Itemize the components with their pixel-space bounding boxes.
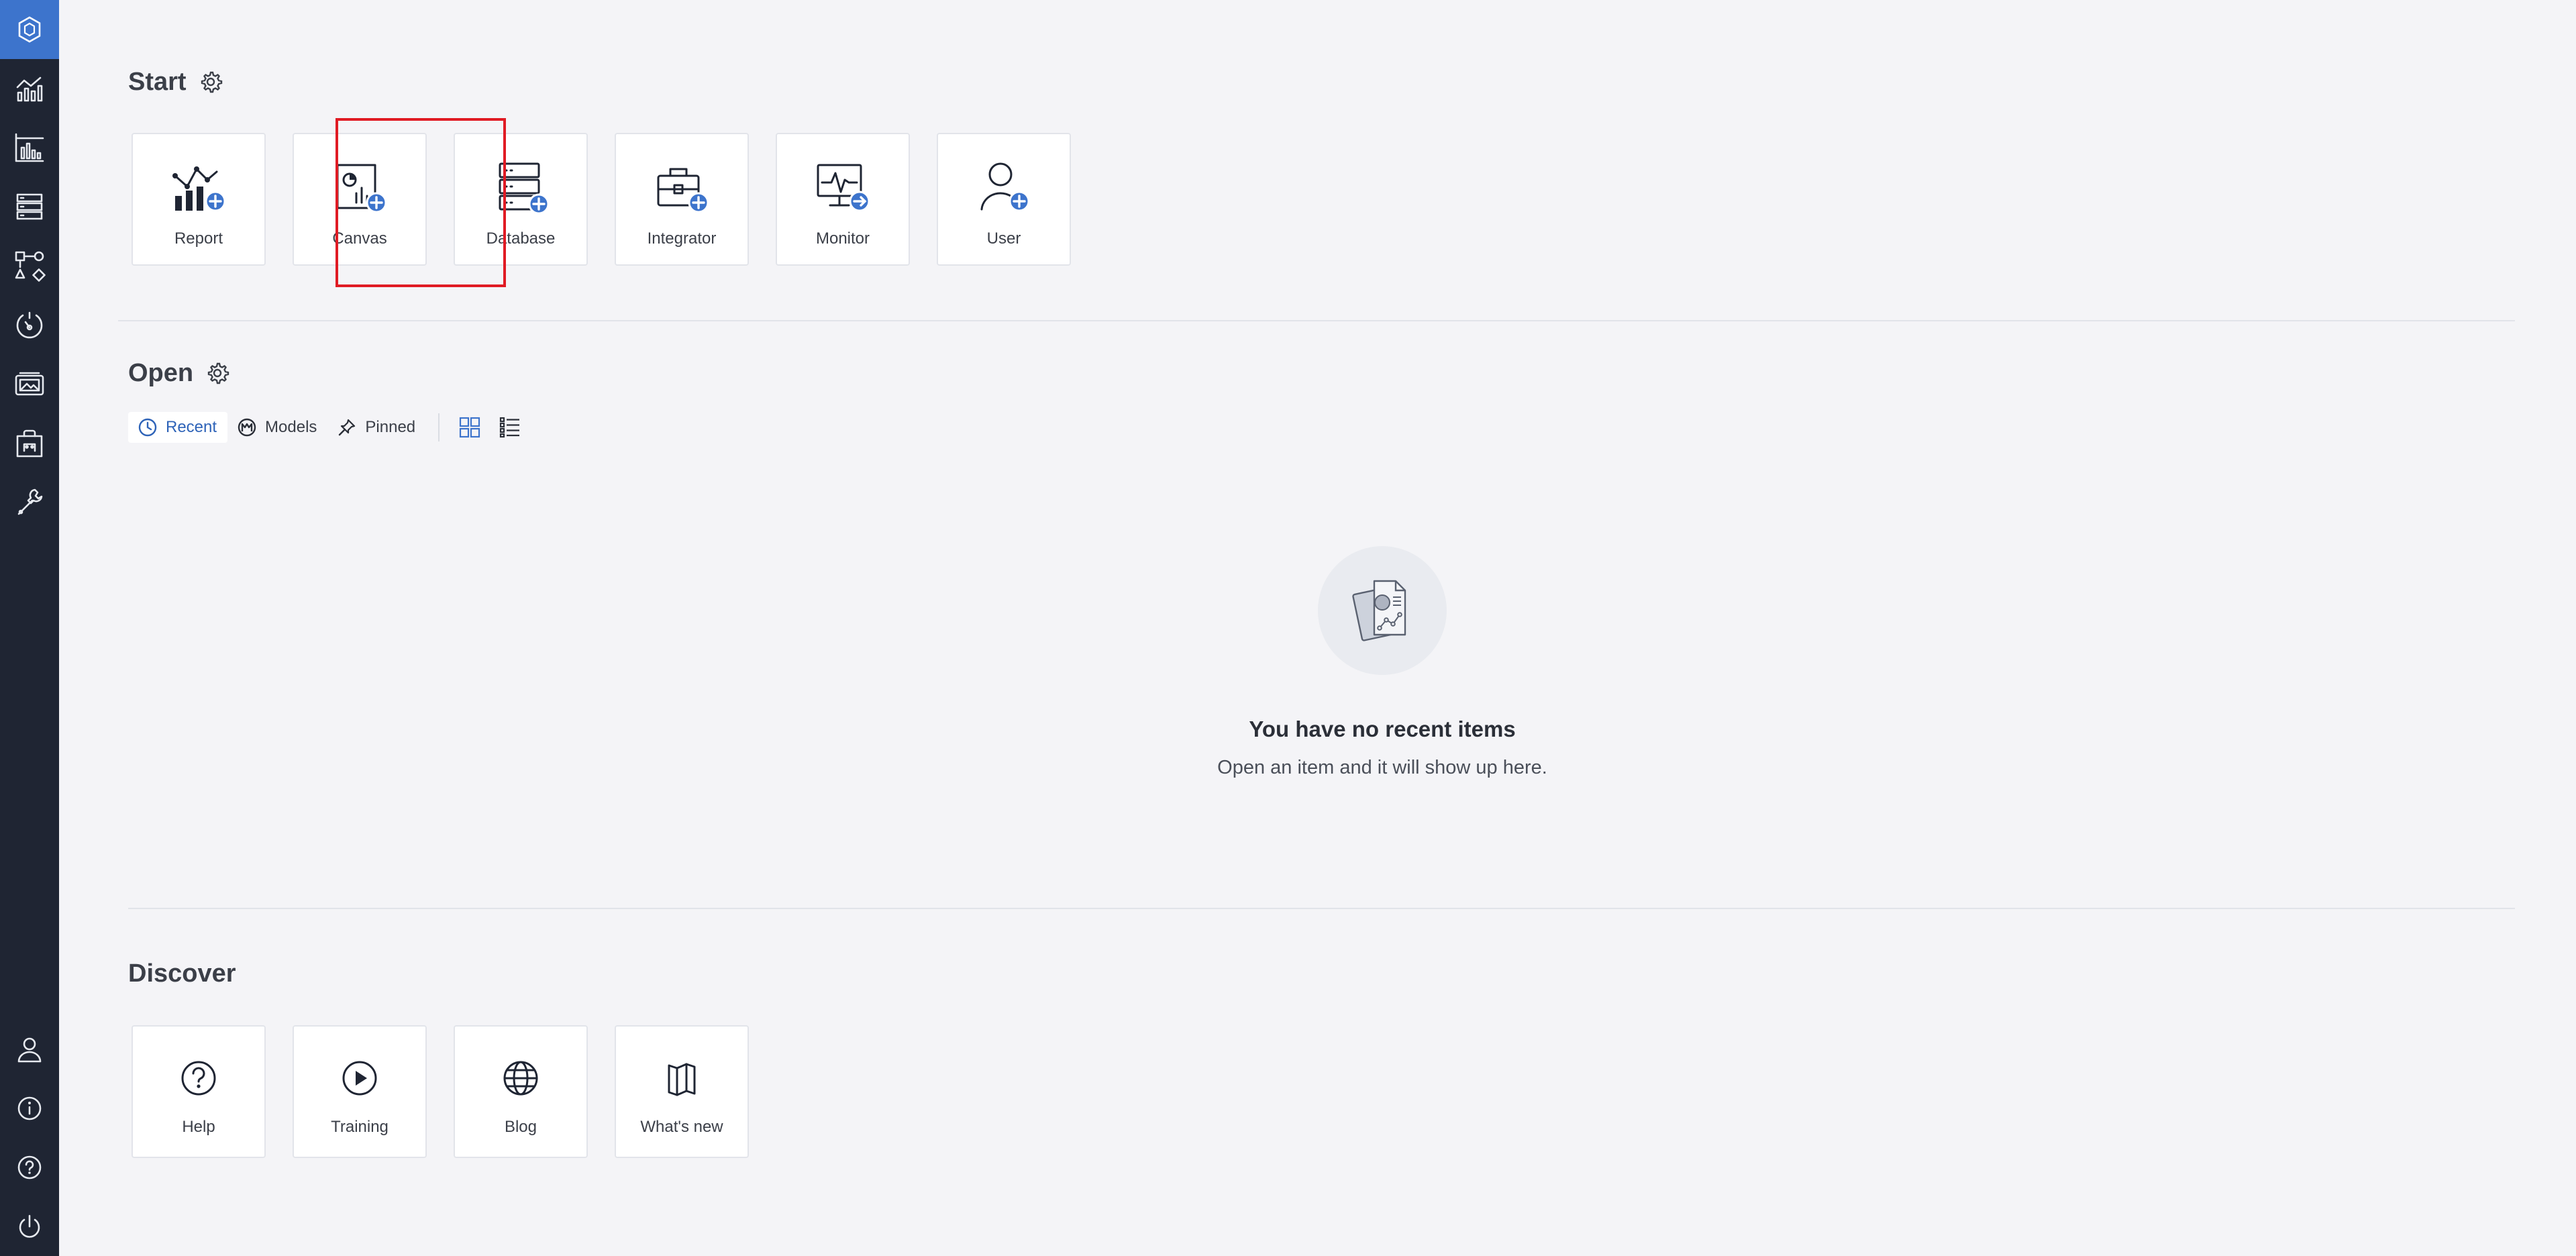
play-icon: [329, 1056, 390, 1100]
tile-report[interactable]: Report: [132, 133, 266, 266]
tile-label: Integrator: [647, 229, 717, 248]
report-add-icon: [168, 160, 229, 216]
main-content: Start Report Canvas Database Integrator …: [59, 0, 2576, 1256]
help-icon[interactable]: [0, 1138, 59, 1197]
tile-blog[interactable]: Blog: [454, 1025, 588, 1158]
user-add-icon: [974, 160, 1034, 216]
tile-integrator[interactable]: Integrator: [615, 133, 749, 266]
start-section-title: Start: [128, 66, 223, 97]
tile-canvas[interactable]: Canvas: [293, 133, 427, 266]
tile-database[interactable]: Database: [454, 133, 588, 266]
integrator-add-icon: [652, 160, 712, 216]
globe-icon: [491, 1056, 551, 1100]
power-icon[interactable]: [0, 1197, 59, 1256]
tile-help[interactable]: Help: [132, 1025, 266, 1158]
list-view-button[interactable]: [495, 412, 525, 443]
divider: [128, 908, 2515, 909]
store-icon[interactable]: [0, 413, 59, 472]
open-tabs: Recent Models Pinned: [128, 412, 535, 443]
start-settings-gear-icon[interactable]: [199, 70, 223, 94]
grid-view-icon: [460, 417, 480, 438]
open-settings-gear-icon[interactable]: [205, 361, 229, 385]
tile-whats-new[interactable]: What's new: [615, 1025, 749, 1158]
tile-label: Blog: [504, 1118, 537, 1136]
list-view-icon: [500, 417, 520, 438]
documents-chart-icon: [1352, 580, 1406, 641]
gallery-icon[interactable]: [0, 354, 59, 413]
analytics-icon[interactable]: [0, 59, 59, 118]
tab-pinned[interactable]: Pinned: [327, 412, 426, 443]
tile-label: Monitor: [815, 229, 870, 248]
pin-icon: [339, 419, 356, 436]
tab-models-label: Models: [265, 418, 317, 436]
tile-label: Training: [331, 1118, 389, 1136]
open-section-title: Open: [128, 358, 229, 388]
tools-icon[interactable]: [0, 472, 59, 531]
sidebar: [0, 0, 59, 1256]
monitor-add-icon: [813, 160, 873, 216]
tile-user[interactable]: User: [937, 133, 1071, 266]
info-icon[interactable]: [0, 1079, 59, 1138]
tile-label: What's new: [640, 1118, 723, 1136]
models-icon: [238, 418, 256, 437]
monitor-gauge-icon[interactable]: [0, 295, 59, 354]
empty-state-illustration: [1318, 546, 1447, 675]
database-add-icon: [491, 160, 551, 216]
tile-label: User: [986, 229, 1021, 248]
start-title: Start: [128, 67, 187, 96]
canvas-add-icon: [329, 160, 390, 216]
tile-label: Database: [486, 229, 556, 248]
divider: [118, 320, 2515, 321]
tab-separator: [438, 413, 440, 441]
clock-icon: [138, 418, 157, 437]
tile-monitor[interactable]: Monitor: [776, 133, 910, 266]
grid-view-button[interactable]: [454, 412, 485, 443]
tab-recent[interactable]: Recent: [128, 412, 228, 443]
discover-section-title: Discover: [128, 958, 236, 989]
empty-state-subtitle: Open an item and it will show up here.: [1217, 757, 1547, 778]
tile-training[interactable]: Training: [293, 1025, 427, 1158]
tab-models[interactable]: Models: [227, 412, 327, 443]
shapes-icon[interactable]: [0, 236, 59, 295]
tile-label: Canvas: [332, 229, 387, 248]
hexagon-logo-icon[interactable]: [0, 0, 59, 59]
tile-label: Report: [174, 229, 223, 248]
user-icon[interactable]: [0, 1020, 59, 1079]
database-icon[interactable]: [0, 177, 59, 236]
tab-pinned-label: Pinned: [365, 418, 416, 436]
tab-recent-label: Recent: [166, 418, 217, 436]
open-title: Open: [128, 358, 194, 387]
tile-label: Help: [182, 1118, 215, 1136]
dashboard-icon[interactable]: [0, 118, 59, 177]
question-icon: [168, 1056, 229, 1100]
discover-title: Discover: [128, 959, 236, 988]
empty-state-title: You have no recent items: [1249, 717, 1516, 741]
book-icon: [652, 1056, 712, 1100]
